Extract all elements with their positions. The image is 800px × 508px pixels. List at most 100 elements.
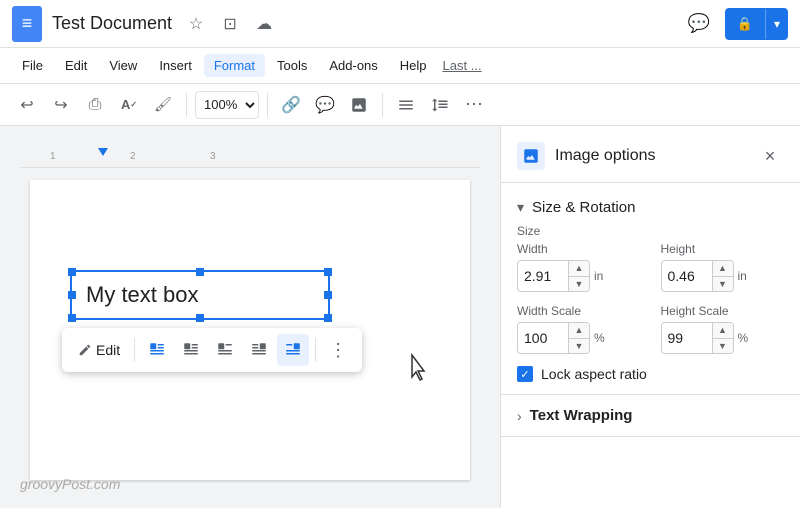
width-spin-btns: ▲ ▼ [568, 260, 589, 292]
width-scale-down[interactable]: ▼ [569, 338, 589, 354]
more-toolbar-button[interactable]: ⋯ [459, 90, 489, 120]
float-divider-1 [134, 338, 135, 362]
size-rotation-chevron: ▾ [517, 199, 524, 216]
share-dropdown: 🔒 Share ▾ [725, 8, 788, 40]
top-bar: ≡ Test Document ☆ ⊡ ☁ 💬 🔒 Share ▾ [0, 0, 800, 48]
handle-mid-left[interactable] [68, 291, 76, 299]
menu-tools[interactable]: Tools [267, 54, 317, 77]
scale-field-group: Width Scale ▲ ▼ % [517, 304, 784, 354]
line-spacing-button[interactable] [425, 90, 455, 120]
menu-insert[interactable]: Insert [149, 54, 202, 77]
menu-addons[interactable]: Add-ons [319, 54, 387, 77]
handle-top-left[interactable] [68, 268, 76, 276]
width-scale-input[interactable] [518, 330, 568, 346]
align-inline-button[interactable] [141, 334, 173, 366]
star-button[interactable]: ☆ [182, 10, 210, 38]
width-scale-up[interactable]: ▲ [569, 322, 589, 338]
wrap-left-button[interactable] [175, 334, 207, 366]
height-scale-down[interactable]: ▼ [713, 338, 733, 354]
text-wrapping-chevron: › [517, 408, 522, 424]
width-scale-label: Width Scale [517, 304, 641, 318]
break-right-button[interactable] [277, 334, 309, 366]
watermark-text: groovyPost.com [20, 476, 120, 492]
more-options-button[interactable]: ⋮ [322, 334, 354, 366]
height-scale-wrap: ▲ ▼ [661, 322, 734, 354]
watermark: groovyPost.com [20, 476, 120, 492]
align-button[interactable] [391, 90, 421, 120]
print-button[interactable]: ⎙ [80, 90, 110, 120]
lock-checkbox[interactable]: ✓ [517, 366, 533, 382]
width-scale-field: ▲ ▼ % [517, 322, 641, 354]
handle-top-right[interactable] [324, 268, 332, 276]
handle-mid-right[interactable] [324, 291, 332, 299]
text-box[interactable]: My text box [70, 270, 330, 320]
comment-button[interactable]: 💬 [310, 90, 340, 120]
width-up-button[interactable]: ▲ [569, 260, 589, 276]
cursor-pointer [408, 353, 432, 388]
width-input[interactable] [518, 268, 568, 284]
link-button[interactable]: 🔗 [276, 90, 306, 120]
share-button[interactable]: 🔒 Share [725, 8, 765, 40]
text-box-wrapper: My text box Edit [70, 270, 330, 320]
height-down-button[interactable]: ▼ [713, 276, 733, 292]
size-rotation-header[interactable]: ▾ Size & Rotation [517, 195, 784, 224]
paint-format-button[interactable]: 🖌 [148, 90, 178, 120]
height-input[interactable] [662, 268, 712, 284]
text-wrapping-title: Text Wrapping [530, 407, 633, 424]
drive-button[interactable]: ⊡ [216, 10, 244, 38]
menu-view[interactable]: View [99, 54, 147, 77]
size-field-group: Size Width ▲ ▼ in [517, 224, 784, 292]
float-toolbar: Edit [62, 328, 362, 372]
height-scale-input[interactable] [662, 330, 712, 346]
toolbar-divider-1 [186, 93, 187, 117]
panel-header-icon [517, 142, 545, 170]
zoom-select[interactable]: 100% 75% 125% 150% [195, 91, 259, 119]
edit-button[interactable]: Edit [70, 338, 128, 362]
chat-icon-button[interactable]: 💬 [681, 6, 717, 42]
menu-file[interactable]: File [12, 54, 53, 77]
panel-header: Image options × [501, 126, 800, 183]
scale-field-row: Width Scale ▲ ▼ % [517, 304, 784, 354]
edit-label: Edit [96, 342, 120, 358]
app-icon: ≡ [12, 6, 42, 42]
document-area: 1 2 3 My text box [0, 126, 500, 508]
menu-format[interactable]: Format [204, 54, 265, 77]
image-options-panel: Image options × ▾ Size & Rotation Size W… [500, 126, 800, 508]
undo-button[interactable]: ↩ [12, 90, 42, 120]
width-scale-col: Width Scale ▲ ▼ % [517, 304, 641, 354]
width-down-button[interactable]: ▼ [569, 276, 589, 292]
lock-label: Lock aspect ratio [541, 366, 647, 382]
float-divider-2 [315, 338, 316, 362]
document-page: My text box Edit [30, 180, 470, 480]
menu-edit[interactable]: Edit [55, 54, 97, 77]
width-col: Width ▲ ▼ in [517, 242, 641, 292]
height-input-wrap: ▲ ▼ [661, 260, 734, 292]
width-scale-unit: % [594, 331, 605, 345]
image-button[interactable] [344, 90, 374, 120]
redo-button[interactable]: ↪ [46, 90, 76, 120]
height-scale-unit: % [738, 331, 749, 345]
panel-title: Image options [555, 147, 746, 165]
toolbar-divider-2 [267, 93, 268, 117]
handle-bot-left[interactable] [68, 314, 76, 322]
panel-close-button[interactable]: × [756, 142, 784, 170]
handle-bot-center[interactable] [196, 314, 204, 322]
height-up-button[interactable]: ▲ [713, 260, 733, 276]
width-input-wrap: ▲ ▼ [517, 260, 590, 292]
wrap-right-button[interactable] [243, 334, 275, 366]
handle-bot-right[interactable] [324, 314, 332, 322]
height-unit: in [738, 269, 747, 283]
height-scale-up[interactable]: ▲ [713, 322, 733, 338]
ruler: 1 2 3 [20, 146, 480, 168]
width-unit: in [594, 269, 603, 283]
last-edit-link[interactable]: Last ... [443, 58, 482, 73]
cloud-button[interactable]: ☁ [250, 10, 278, 38]
text-wrapping-section[interactable]: › Text Wrapping [501, 395, 800, 437]
handle-top-center[interactable] [196, 268, 204, 276]
share-dropdown-arrow[interactable]: ▾ [765, 9, 788, 39]
menu-help[interactable]: Help [390, 54, 437, 77]
lock-row: ✓ Lock aspect ratio [517, 366, 784, 382]
spell-check-button[interactable]: A✓ [114, 90, 144, 120]
break-left-button[interactable] [209, 334, 241, 366]
width-scale-spin: ▲ ▼ [568, 322, 589, 354]
